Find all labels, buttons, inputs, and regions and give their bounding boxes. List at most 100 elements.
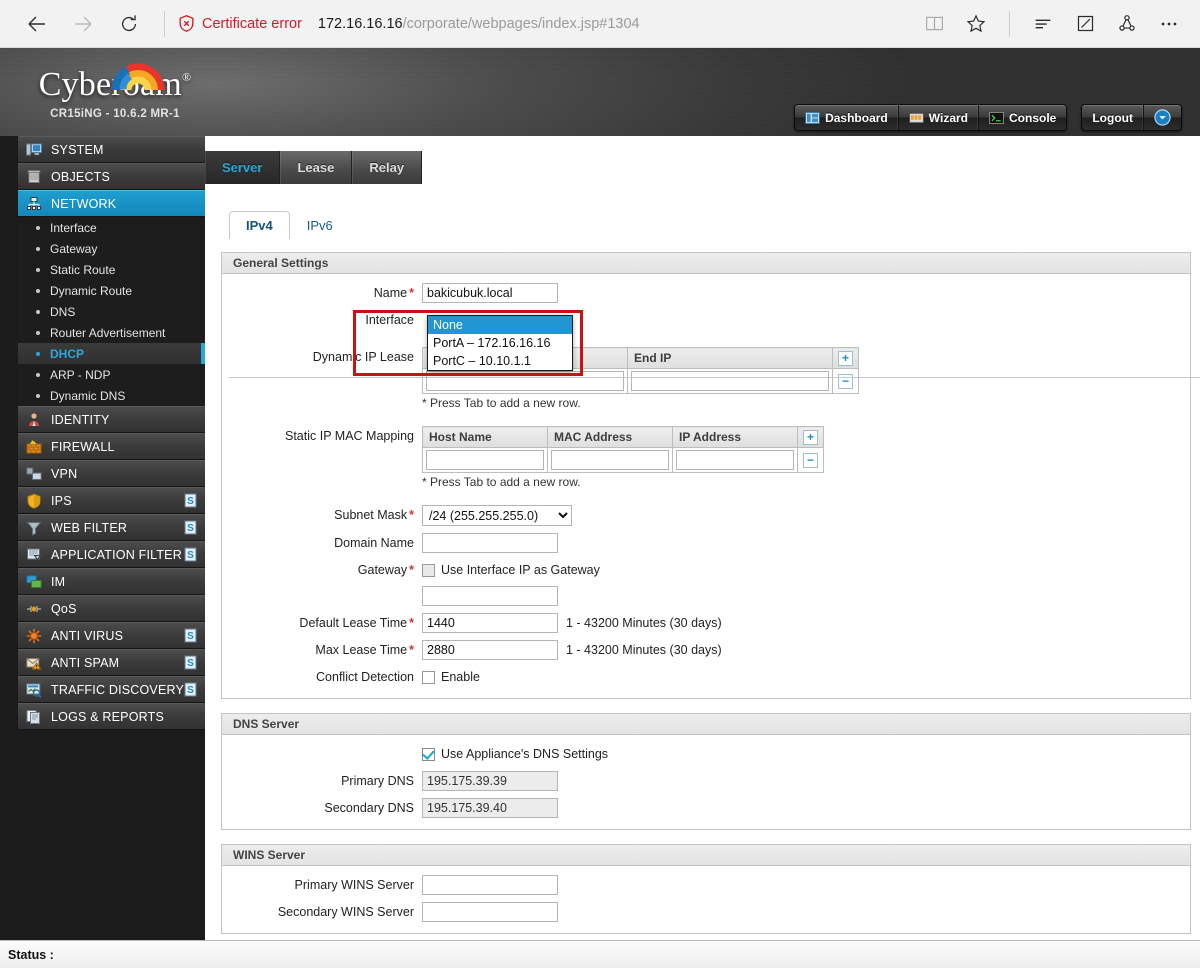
sidebar-item-objects[interactable]: OBJECTS bbox=[18, 163, 205, 190]
objects-icon bbox=[27, 169, 41, 183]
domain-name-input[interactable] bbox=[422, 533, 558, 553]
sidebar-item-traffic-discovery[interactable]: TRAFFIC DISCOVERY S bbox=[18, 676, 205, 703]
interface-option-portc[interactable]: PortC – 10.10.1.1 bbox=[428, 352, 572, 370]
table-header-row: Host Name MAC Address IP Address + bbox=[422, 426, 824, 448]
favorites-button[interactable] bbox=[955, 4, 997, 44]
sidebar-item-anti-virus[interactable]: ANTI VIRUS S bbox=[18, 622, 205, 649]
conflict-checkbox-wrap[interactable]: Enable bbox=[422, 667, 1190, 687]
wins-server-panel: WINS Server Primary WINS Server Secondar… bbox=[221, 844, 1191, 934]
conflict-detection-checkbox[interactable] bbox=[422, 670, 435, 684]
sidebar-item-ips[interactable]: IPS S bbox=[18, 487, 205, 514]
status-label: Status : bbox=[8, 947, 54, 962]
sidebar-item-dns[interactable]: DNS bbox=[18, 301, 205, 322]
name-input[interactable] bbox=[422, 283, 558, 303]
address-bar[interactable]: 172.16.16.16/corporate/webpages/index.js… bbox=[318, 16, 913, 32]
secondary-dns-input[interactable] bbox=[422, 798, 558, 818]
refresh-button[interactable] bbox=[106, 4, 152, 44]
share-button[interactable] bbox=[1106, 4, 1148, 44]
add-row-button[interactable]: + bbox=[803, 429, 818, 445]
sidebar-item-dhcp[interactable]: DHCP bbox=[18, 343, 205, 364]
certificate-error-shield-icon bbox=[179, 15, 194, 32]
qos-icon bbox=[27, 605, 41, 612]
sidebar-item-anti-spam[interactable]: ANTI SPAM S bbox=[18, 649, 205, 676]
max-lease-time-input[interactable] bbox=[422, 640, 558, 660]
forward-button[interactable] bbox=[60, 4, 106, 44]
host-name-input[interactable] bbox=[426, 450, 544, 470]
subnet-mask-row: Subnet Mask * /24 (255.255.255.0) bbox=[222, 505, 1190, 526]
gateway-input[interactable] bbox=[422, 586, 558, 606]
use-appliance-dns-wrap[interactable]: Use Appliance's DNS Settings bbox=[422, 744, 1190, 764]
sidebar-item-network[interactable]: NETWORK bbox=[18, 190, 205, 217]
reading-view-button[interactable] bbox=[913, 4, 955, 44]
sidebar-item-im[interactable]: IM bbox=[18, 568, 205, 595]
cell-start-ip bbox=[422, 368, 628, 394]
sidebar-label: SYSTEM bbox=[51, 142, 104, 157]
back-button[interactable] bbox=[14, 4, 60, 44]
sidebar-item-firewall[interactable]: FIREWALL bbox=[18, 433, 205, 460]
more-button[interactable] bbox=[1148, 4, 1190, 44]
use-interface-ip-checkbox[interactable] bbox=[422, 563, 435, 577]
sidebar-item-interface[interactable]: Interface bbox=[18, 217, 205, 238]
web-note-button[interactable] bbox=[1064, 4, 1106, 44]
sidebar-item-web-filter[interactable]: WEB FILTER S bbox=[18, 514, 205, 541]
tab-ipv4[interactable]: IPv4 bbox=[229, 211, 290, 239]
sidebar-item-identity[interactable]: IDENTITY bbox=[18, 406, 205, 433]
primary-wins-input[interactable] bbox=[422, 875, 558, 895]
subnet-mask-select[interactable]: /24 (255.255.255.0) bbox=[422, 505, 572, 526]
default-lease-time-input[interactable] bbox=[422, 613, 558, 633]
name-row: Name * bbox=[222, 283, 1190, 303]
sidebar-item-dynamic-route[interactable]: Dynamic Route bbox=[18, 280, 205, 301]
sidebar-item-arp-ndp[interactable]: ARP - NDP bbox=[18, 364, 205, 385]
sidebar-label: ARP - NDP bbox=[50, 367, 111, 382]
end-ip-input[interactable] bbox=[631, 371, 829, 391]
sidebar-item-static-route[interactable]: Static Route bbox=[18, 259, 205, 280]
tab-lease[interactable]: Lease bbox=[280, 151, 353, 184]
sidebar-item-system[interactable]: SYSTEM bbox=[18, 136, 205, 163]
url-host: 172.16.16.16 bbox=[317, 15, 403, 32]
max-lease-time-row: Max Lease Time* 1 - 43200 Minutes (30 da… bbox=[222, 640, 1190, 660]
sidebar-item-application-filter[interactable]: APPLICATION FILTER S bbox=[18, 541, 205, 568]
sidebar-label: IM bbox=[51, 574, 66, 589]
ip-address-input[interactable] bbox=[676, 450, 794, 470]
sidebar-item-dynamic-dns[interactable]: Dynamic DNS bbox=[18, 385, 205, 406]
svg-text:S: S bbox=[187, 523, 194, 534]
mac-address-input[interactable] bbox=[551, 450, 669, 470]
console-button[interactable]: Console bbox=[979, 105, 1066, 130]
interface-option-porta[interactable]: PortA – 172.16.16.16 bbox=[428, 334, 572, 352]
default-lease-time-row: Default Lease Time* 1 - 43200 Minutes (3… bbox=[222, 613, 1190, 633]
interface-dropdown-list[interactable]: None PortA – 172.16.16.16 PortC – 10.10.… bbox=[427, 315, 573, 371]
interface-option-none[interactable]: None bbox=[428, 316, 572, 334]
remove-row-button[interactable]: − bbox=[803, 453, 818, 468]
dashboard-label: Dashboard bbox=[825, 110, 888, 125]
dashboard-button[interactable]: Dashboard bbox=[795, 105, 899, 130]
gateway-checkbox-wrap[interactable]: Use Interface IP as Gateway bbox=[422, 560, 1190, 580]
bullet-icon bbox=[36, 372, 40, 377]
column-ip-address: IP Address bbox=[672, 426, 798, 448]
refresh-icon bbox=[121, 14, 137, 31]
im-chat-icon bbox=[26, 574, 42, 588]
required-marker: * bbox=[409, 616, 414, 630]
sidebar-item-gateway[interactable]: Gateway bbox=[18, 238, 205, 259]
sidebar-item-qos[interactable]: QoS bbox=[18, 595, 205, 622]
secondary-wins-input[interactable] bbox=[422, 902, 558, 922]
logout-menu-button[interactable] bbox=[1144, 105, 1181, 130]
tab-ipv6[interactable]: IPv6 bbox=[290, 211, 350, 239]
sidebar-item-logs-reports[interactable]: LOGS & REPORTS bbox=[18, 703, 205, 730]
add-row-button[interactable]: + bbox=[838, 350, 853, 366]
sidebar-item-router-advertisement[interactable]: Router Advertisement bbox=[18, 322, 205, 343]
use-appliance-dns-checkbox[interactable] bbox=[422, 747, 435, 761]
logout-button[interactable]: Logout bbox=[1082, 105, 1144, 130]
hub-button[interactable] bbox=[1022, 4, 1064, 44]
certificate-error-indicator[interactable]: Certificate error bbox=[177, 14, 302, 33]
tab-server[interactable]: Server bbox=[205, 151, 281, 184]
tab-relay[interactable]: Relay bbox=[352, 151, 423, 184]
certificate-error-label: Certificate error bbox=[202, 15, 302, 32]
logout-group: Logout bbox=[1081, 104, 1182, 131]
start-ip-input[interactable] bbox=[426, 371, 624, 391]
sidebar-label: Interface bbox=[50, 220, 97, 235]
primary-dns-input[interactable] bbox=[422, 771, 558, 791]
wizard-button[interactable]: Wizard bbox=[899, 105, 979, 130]
status-bar: Status : bbox=[0, 940, 1200, 968]
logs-reports-icon bbox=[26, 709, 40, 724]
sidebar-item-vpn[interactable]: VPN bbox=[18, 460, 205, 487]
